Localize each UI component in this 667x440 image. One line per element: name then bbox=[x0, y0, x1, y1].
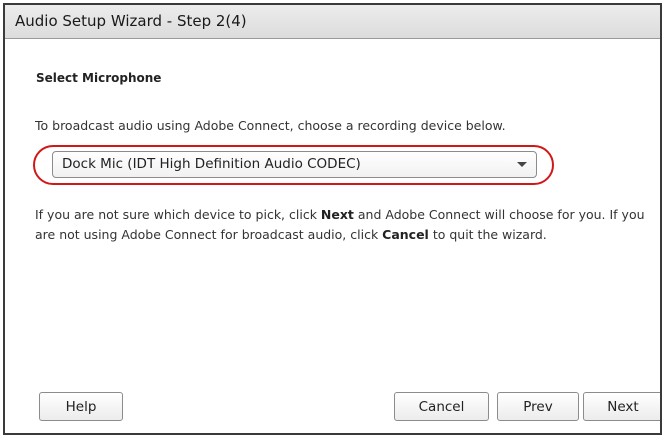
instruction-text: To broadcast audio using Adobe Connect, … bbox=[35, 118, 506, 133]
help-text-part3: to quit the wizard. bbox=[428, 227, 547, 242]
chevron-down-icon[interactable] bbox=[517, 162, 527, 167]
microphone-select-value: Dock Mic (IDT High Definition Audio CODE… bbox=[62, 156, 361, 172]
help-button[interactable]: Help bbox=[39, 392, 123, 421]
help-text-cancel-word: Cancel bbox=[382, 227, 429, 242]
dialog-title: Audio Setup Wizard - Step 2(4) bbox=[5, 5, 660, 39]
help-text-next-word: Next bbox=[320, 207, 354, 222]
help-text-part1: If you are not sure which device to pick… bbox=[35, 207, 321, 222]
audio-setup-wizard-dialog: Audio Setup Wizard - Step 2(4) Select Mi… bbox=[3, 3, 662, 435]
cancel-button[interactable]: Cancel bbox=[394, 392, 489, 421]
next-button[interactable]: Next bbox=[583, 392, 660, 421]
help-text: If you are not sure which device to pick… bbox=[35, 205, 655, 245]
prev-button[interactable]: Prev bbox=[497, 392, 579, 421]
microphone-select[interactable]: Dock Mic (IDT High Definition Audio CODE… bbox=[52, 151, 537, 178]
section-heading: Select Microphone bbox=[36, 71, 162, 85]
